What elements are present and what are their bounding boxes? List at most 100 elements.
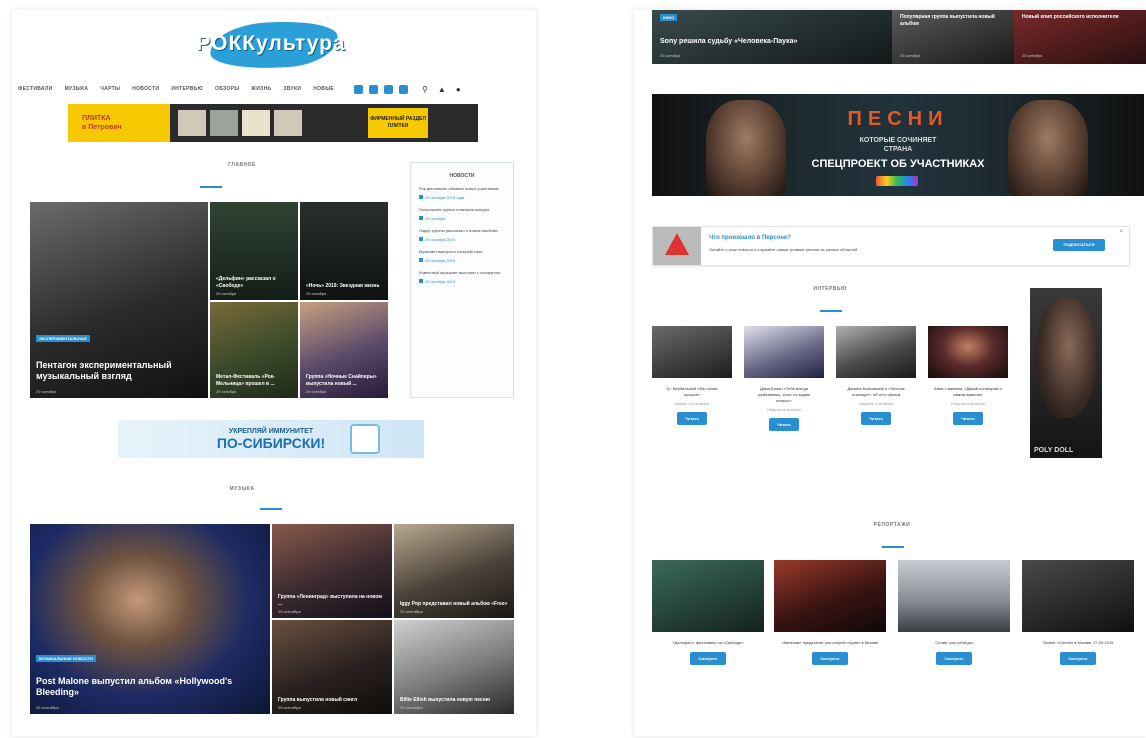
section-title-main: ГЛАВНОЕ — [228, 162, 256, 168]
news-tile[interactable]: «Ночь» 2019: Звездная жизнь 29 октября — [300, 202, 388, 300]
tile-date: 29 октября — [306, 389, 327, 394]
card-date: Неделю 6 октября — [951, 401, 985, 406]
watch-button[interactable]: Смотреть — [812, 652, 848, 665]
card-title: Проект «Сплин» в Москве, 27.09.2019 — [1042, 640, 1114, 645]
tile-date: 29 октября — [306, 291, 327, 296]
banner-tagline: СПЕЦПРОЕКТ ОБ УЧАСТНИКАХ — [811, 158, 985, 170]
card-image — [774, 560, 886, 632]
nav-item[interactable]: ФЕСТИВАЛИ — [18, 86, 53, 92]
notification-image — [653, 227, 701, 265]
menu-icon[interactable]: ● — [456, 85, 461, 94]
subscribe-button[interactable]: ПОДПИСАТЬСЯ — [1053, 239, 1105, 251]
read-button[interactable]: Читать — [953, 412, 983, 425]
card-image — [928, 326, 1008, 378]
main-nav: ФЕСТИВАЛИ МУЗЫКА ЧАРТЫ НОВОСТИ ИНТЕРВЬЮ … — [18, 78, 534, 100]
featured-tile[interactable]: ЭКСПЕРИМЕНТАЛЬНАЯ Пентагон экспериментал… — [30, 202, 208, 398]
entry-title: Популярная группа отменила концерт — [419, 207, 490, 212]
card-image — [744, 326, 824, 378]
sidebar-entry[interactable]: Лидер группы рассказал о новом альбоме 29… — [419, 228, 505, 242]
strip-item[interactable]: Популярная группа выпустила новый альбом… — [892, 10, 1014, 64]
news-tile[interactable]: «Дельфин» рассказал о «Свободе» 29 октяб… — [210, 202, 298, 300]
strip-date: 25 октября — [660, 53, 681, 58]
card-title: «Дельфин»: фестиваль на «Свободе» — [672, 640, 744, 645]
section-title-reports: РЕПОРТАЖИ — [873, 522, 911, 528]
close-icon[interactable]: × — [1119, 229, 1123, 235]
news-tile[interactable]: Группа «Ночные Снайперы» выпустила новый… — [300, 302, 388, 398]
ad-line-2: ПО-СИБИРСКИ! — [216, 434, 326, 451]
side-ad-banner[interactable]: POLY DOLL — [1030, 288, 1102, 458]
ad-banner-right: ФИРМЕННЫЙ РАЗДЕЛ ПЛИТКИ — [368, 108, 428, 138]
category-badge: КИНО — [660, 14, 678, 21]
ad-banner-tiles[interactable]: ПЛИТКА в Петрович ФИРМЕННЫЙ РАЗДЕЛ ПЛИТК… — [68, 104, 478, 142]
tile-date: 25 сентября — [400, 705, 423, 710]
sidebar-entry[interactable]: Известный музыкант выступит с концертом 2… — [419, 270, 505, 284]
featured-music-tile[interactable]: МУЗЫКАЛЬНЫЕ НОВОСТИ Post Malone выпустил… — [30, 524, 270, 714]
news-tile[interactable]: Метал-Фестиваль «Рок-Мельница» прошел в … — [210, 302, 298, 398]
read-button[interactable]: Читать — [677, 412, 707, 425]
interview-card[interactable]: Анна о важном: «Давай поговорим о самом … — [928, 326, 1008, 425]
report-card[interactable]: «Кипелов» предстанет рок-оперой «Ария» в… — [774, 560, 886, 665]
strip-caption: Новый клип российского исполнителя — [1022, 14, 1119, 20]
music-tile[interactable]: Группа выпустила новый сингл 25 сентября — [272, 620, 392, 714]
report-card[interactable]: Проект «Сплин» в Москве, 27.09.2019 Смот… — [1022, 560, 1134, 665]
strip-item[interactable]: Новый клип российского исполнителя 25 ок… — [1014, 10, 1146, 64]
watch-button[interactable]: Смотреть — [1060, 652, 1096, 665]
read-button[interactable]: Читать — [769, 418, 799, 431]
nav-item[interactable]: ОБЗОРЫ — [215, 86, 239, 92]
entry-date: 29 октября 2019 — [419, 237, 505, 242]
card-title: Гр. Вербальный «Мы снова лучшие» — [666, 386, 718, 397]
card-date: Вчера, 14 октября — [675, 401, 709, 406]
site-logo[interactable]: РОККультура — [190, 17, 352, 73]
card-image — [652, 326, 732, 378]
tile-caption: Группа «Ленинград» выступила на новом ..… — [278, 594, 382, 607]
nav-item[interactable]: ЗВУКИ — [283, 86, 301, 92]
subtitle-line-1: КОТОРЫЕ СОЧИНЯЕТ — [859, 137, 937, 144]
nav-item[interactable]: ИНТЕРВЬЮ — [171, 86, 203, 92]
music-tile[interactable]: Billie Eilish выпустила новую песню 25 с… — [394, 620, 514, 714]
card-image — [1022, 560, 1134, 632]
special-project-banner[interactable]: ПЕСНИ КОТОРЫЕ СОЧИНЯЕТ СТРАНА СПЕЦПРОЕКТ … — [652, 94, 1144, 196]
subscribe-notification: Что произошло в Персоне? Читайте о роке … — [652, 226, 1130, 266]
nav-item[interactable]: ЧАРТЫ — [100, 86, 120, 92]
banner-title: ПЕСНИ — [847, 108, 949, 130]
notification-title[interactable]: Что произошло в Персоне? — [709, 235, 791, 241]
tile-sample — [178, 110, 206, 136]
read-button[interactable]: Читать — [861, 412, 891, 425]
location-icon[interactable] — [399, 84, 409, 94]
nav-item[interactable]: МУЗЫКА — [65, 86, 89, 92]
interview-card[interactable]: Гр. Вербальный «Мы снова лучшие» Вчера, … — [652, 326, 732, 425]
interview-card[interactable]: Дима Билан «Тебе всегда разбиваешь, если… — [744, 326, 824, 431]
vk-icon[interactable] — [354, 84, 364, 94]
instagram-icon[interactable] — [384, 84, 394, 94]
entry-title: Рок-фестиваль объявил новых участников — [419, 186, 499, 191]
ad-portrait — [1036, 298, 1096, 418]
ad-line-1: УКРЕПЛЯЙ ИММУНИТЕТ — [228, 427, 314, 435]
watch-button[interactable]: Смотреть — [690, 652, 726, 665]
nav-item[interactable]: НОВЫЕ — [313, 86, 334, 92]
report-card[interactable]: Сплин: рок-легенды Смотреть — [898, 560, 1010, 665]
ad-banner-siberian[interactable]: УКРЕПЛЯЙ ИММУНИТЕТ ПО-СИБИРСКИ! — [118, 420, 424, 458]
music-tile[interactable]: Iggy Pop представил новый альбом «Free» … — [394, 524, 514, 618]
tile-caption: «Ночь» 2019: Звездная жизнь — [306, 283, 380, 289]
section-underline — [820, 310, 842, 312]
card-image — [836, 326, 916, 378]
ok-icon[interactable] — [369, 84, 379, 94]
search-icon[interactable]: ⚲ — [422, 85, 428, 94]
strip-date: 25 октября — [900, 53, 921, 58]
interview-card[interactable]: Данила Козловский о «Лесном сталкере»: о… — [836, 326, 916, 425]
sidebar-entry[interactable]: Музыкант выпустил сольный клип 29 октября… — [419, 249, 505, 263]
user-icon[interactable]: ▲ — [438, 85, 446, 94]
watch-button[interactable]: Смотреть — [936, 652, 972, 665]
strip-item[interactable]: КИНО Sony решила судьбу «Человека-Паука»… — [652, 10, 892, 64]
ad-tile-samples — [170, 110, 368, 136]
sidebar-entry[interactable]: Рок-фестиваль объявил новых участников 29… — [419, 186, 505, 200]
nav-item[interactable]: ЖИЗНЬ — [251, 86, 271, 92]
music-tile[interactable]: Группа «Ленинград» выступила на новом ..… — [272, 524, 392, 618]
category-badge: МУЗЫКАЛЬНЫЕ НОВОСТИ — [36, 655, 96, 662]
nav-item[interactable]: НОВОСТИ — [132, 86, 159, 92]
report-card[interactable]: «Дельфин»: фестиваль на «Свободе» Смотре… — [652, 560, 764, 665]
logo-text: РОККультура — [196, 32, 346, 55]
card-date: Неделю 8 октября — [767, 407, 801, 412]
sidebar-entry[interactable]: Популярная группа отменила концерт 29 окт… — [419, 207, 505, 221]
card-title: Анна о важном: «Давай поговорим о самом … — [934, 386, 1002, 397]
